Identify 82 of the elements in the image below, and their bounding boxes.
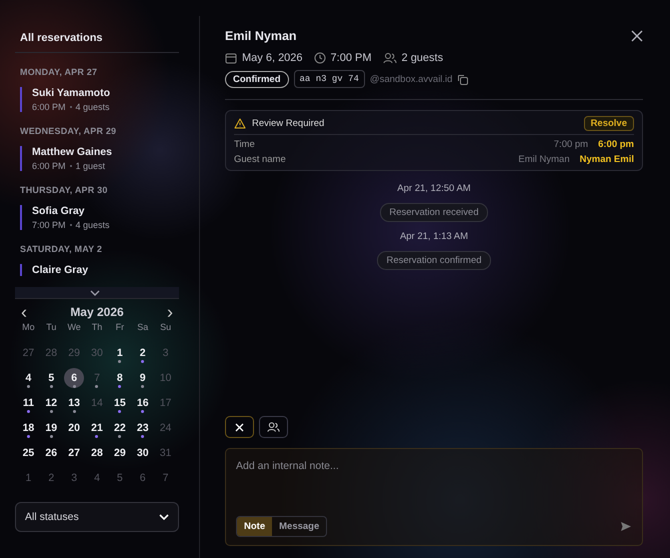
chevron-down-icon [90,290,100,296]
weekday-label: Fr [114,322,126,334]
weekday-label: Th [90,322,104,334]
reservation-item[interactable]: Sofia Gray 7:00 PM 4 guests [20,205,179,230]
reservation-code: aa n3 gv 74 [294,70,365,88]
event-pill: Reservation confirmed [377,251,491,270]
field-label: Time [234,139,256,150]
chevron-down-icon [159,514,169,520]
weekday-label: Mo [21,322,36,334]
sidebar-title: All reservations [15,0,179,53]
calendar-icon [225,52,237,64]
date-heading: WEDNESDAY, APR 29 [20,126,118,136]
calendar-day[interactable]: 28 [86,443,107,463]
weekday-label: Tu [45,322,58,334]
calendar-day[interactable]: 1 [110,343,130,363]
new-value: Nyman Emil [580,154,634,165]
calendar-day[interactable]: 16 [132,393,153,413]
field-label: Guest name [234,154,287,165]
calendar-day[interactable]: 11 [18,393,38,413]
composer-tab[interactable]: Message [272,517,326,536]
close-icon[interactable] [631,30,643,42]
calendar-day[interactable]: 23 [132,418,153,438]
date-heading: SATURDAY, MAY 2 [20,244,104,254]
calendar-day[interactable]: 18 [18,418,38,438]
people-icon [267,421,280,433]
month-title: May 2026 [70,305,124,319]
calendar-day[interactable]: 4 [18,368,38,388]
calendar-day[interactable]: 22 [110,418,130,438]
calendar-day[interactable]: 30 [132,443,153,463]
calendar-day[interactable]: 21 [86,418,107,438]
calendar-day[interactable]: 26 [41,443,62,463]
reservation-item[interactable]: Suki Yamamoto 6:00 PM 4 guests [20,87,179,112]
event-time: Apr 21, 1:13 AM [400,231,468,242]
status-badge: Confirmed [225,70,288,88]
date-heading: MONDAY, APR 27 [20,67,98,77]
cancel-button[interactable] [225,416,254,438]
next-month-button[interactable]: › [163,305,177,319]
old-value: Emil Nyman [518,154,570,165]
guest-count: 2 guests [402,52,444,64]
copy-icon[interactable] [457,74,468,84]
note-field[interactable]: Add an internal note... Note Message [225,448,643,546]
calendar-day[interactable]: 15 [110,393,130,413]
close-icon [235,422,244,432]
old-value: 7:00 pm [554,139,588,150]
event-pill: Reservation received [380,203,488,222]
calendar-day[interactable]: 9 [132,368,153,388]
calendar-day[interactable]: 8 [110,368,130,388]
guest-name-title: Emil Nyman [225,29,297,43]
people-icon [382,52,397,64]
weekday-label: Su [159,322,172,334]
event-time: Apr 21, 12:50 AM [397,183,471,194]
calendar-day[interactable]: 5 [41,368,62,388]
composer-tab[interactable]: Note [237,517,272,536]
reservation-time: 7:00 PM [330,52,372,64]
clock-icon [314,52,326,64]
calendar-day[interactable]: 12 [41,393,62,413]
date-heading: THURSDAY, APR 30 [20,185,109,195]
email-text: @sandbox.avvail.id [370,74,452,84]
calendar-day[interactable]: 25 [18,443,38,463]
separator-dot [70,165,72,167]
weekday-label: Sa [136,322,150,334]
calendar-day[interactable]: 20 [64,418,84,438]
review-title: Review Required [252,118,326,129]
reservation-date: May 6, 2026 [242,52,303,64]
resolve-button[interactable]: Resolve [584,116,634,131]
status-dropdown[interactable]: All statuses [15,502,179,532]
calendar-day[interactable]: 13 [64,393,84,413]
separator-dot [70,106,72,108]
calendar-day[interactable]: 6 [64,368,84,388]
calendar-day[interactable]: 19 [41,418,62,438]
guests-button[interactable] [259,416,288,438]
warning-icon [234,118,246,129]
calendar-day[interactable]: 27 [64,443,84,463]
reservation-item[interactable]: Matthew Gaines 6:00 PM 1 guest [20,146,179,171]
reservation-item[interactable]: Claire Gray [20,264,179,276]
separator-dot [70,224,72,226]
weekday-label: We [66,322,82,334]
new-value: 6:00 pm [598,139,634,150]
previous-month-button[interactable]: ‹ [17,305,31,319]
send-icon[interactable] [620,521,632,532]
calendar-day[interactable]: 29 [110,443,130,463]
calendar-day[interactable]: 2 [132,343,153,363]
